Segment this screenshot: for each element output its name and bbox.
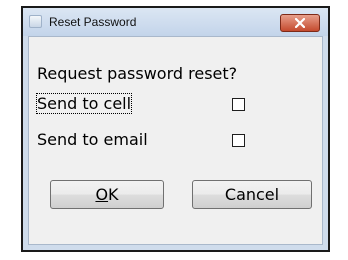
send-to-email-label[interactable]: Send to email xyxy=(37,130,148,149)
ok-label-rest: K xyxy=(108,185,119,204)
send-to-cell-checkbox[interactable] xyxy=(232,98,245,111)
send-to-email-checkbox[interactable] xyxy=(232,134,245,147)
window-title: Reset Password xyxy=(49,15,137,29)
send-to-cell-label[interactable]: Send to cell xyxy=(35,93,133,114)
window-icon xyxy=(29,15,42,28)
prompt-text: Request password reset? xyxy=(37,64,238,83)
close-icon xyxy=(295,18,305,28)
ok-mnemonic: O xyxy=(95,185,109,204)
reset-password-dialog: Reset Password Request password reset? S… xyxy=(21,6,330,252)
cancel-button[interactable]: Cancel xyxy=(192,180,312,209)
close-button[interactable] xyxy=(280,14,320,32)
title-bar[interactable]: Reset Password xyxy=(23,8,328,36)
ok-button[interactable]: OK xyxy=(50,180,164,209)
